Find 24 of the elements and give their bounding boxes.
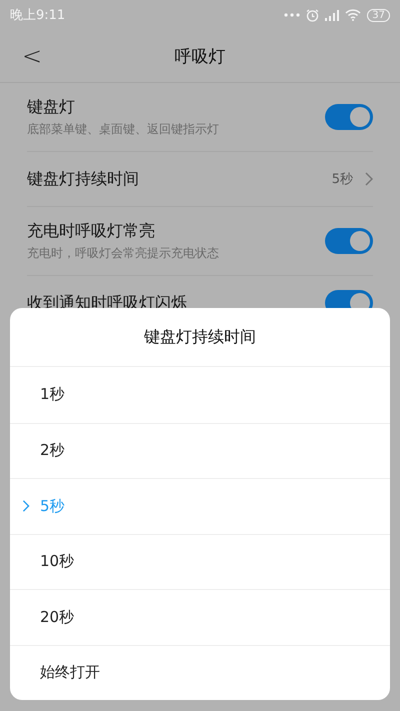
- duration-option[interactable]: 20秒: [10, 589, 390, 644]
- setting-title: 键盘灯持续时间: [27, 168, 139, 190]
- page-title: 呼吸灯: [174, 46, 226, 68]
- duration-option[interactable]: 始终打开: [10, 644, 390, 700]
- toggle-switch[interactable]: [325, 228, 373, 254]
- duration-option[interactable]: 2秒: [10, 422, 390, 478]
- more-icon: [284, 13, 300, 17]
- setting-title: 充电时呼吸灯常亮: [27, 220, 156, 242]
- chevron-icon: [365, 172, 373, 186]
- setting-subtitle: 充电时，呼吸灯会常亮提示充电状态: [27, 244, 219, 262]
- toggle-switch[interactable]: [325, 104, 373, 130]
- sheet-title: 键盘灯持续时间: [10, 308, 390, 367]
- setting-subtitle: 底部菜单键、桌面键、返回键指示灯: [27, 120, 219, 138]
- status-time: 晚上9:11: [10, 7, 66, 24]
- battery-level: 37: [367, 8, 390, 22]
- signal-icon: [325, 10, 340, 20]
- duration-option[interactable]: 10秒: [10, 534, 390, 589]
- setting-value: 5秒: [332, 171, 353, 188]
- back-button[interactable]: <: [22, 42, 42, 70]
- alarm-icon: [306, 8, 320, 22]
- setting-title: 键盘灯: [27, 96, 76, 118]
- wifi-icon: [345, 9, 362, 21]
- chevron-icon: [22, 500, 30, 512]
- duration-option[interactable]: 1秒: [10, 367, 390, 422]
